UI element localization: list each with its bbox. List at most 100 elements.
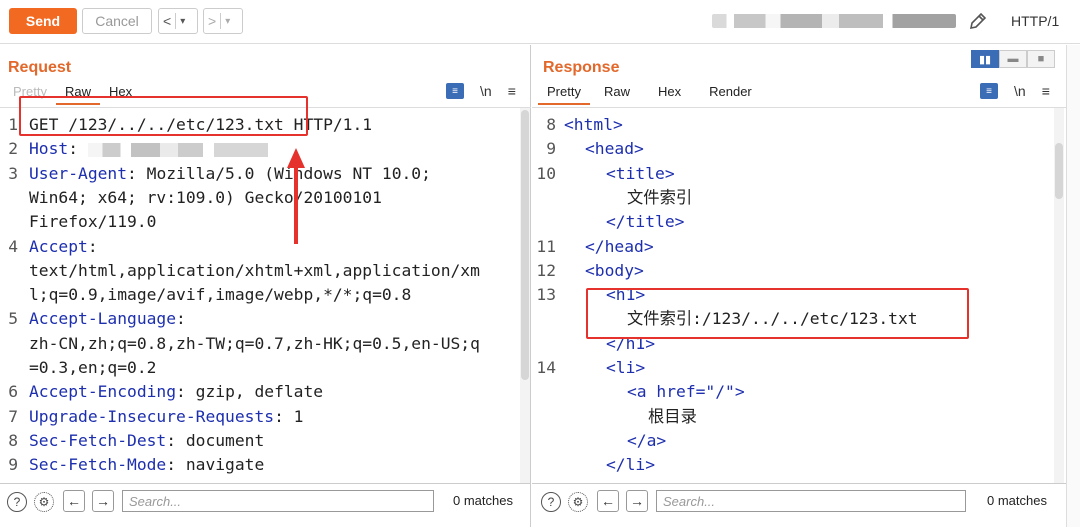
request-line-highlight [19, 96, 308, 136]
menu-icon[interactable]: ≡ [1042, 83, 1050, 99]
history-back-group: < ▾ [158, 8, 198, 34]
header-name: Sec-Fetch-Dest [29, 430, 167, 450]
html-tag: </head> [585, 236, 654, 256]
menu-icon[interactable]: ≡ [508, 83, 516, 99]
header-name: Upgrade-Insecure-Requests [29, 406, 275, 426]
header-name: Accept [29, 236, 88, 256]
html-text: 根目录 [648, 406, 697, 426]
html-tag: <title> [606, 163, 675, 183]
request-line: =0.3,en;q=0.2 [29, 358, 157, 377]
newline-toggle[interactable]: \n [1014, 83, 1026, 99]
header-name: Accept-Encoding [29, 382, 177, 402]
header-name: Accept-Language [29, 309, 177, 329]
tab-pretty[interactable]: Pretty [538, 84, 590, 105]
search-input[interactable]: Search... [656, 490, 966, 512]
send-button[interactable]: Send [9, 8, 77, 34]
line-number: 3 [8, 163, 18, 183]
search-next-button[interactable]: → [92, 490, 114, 512]
help-icon[interactable]: ? [541, 492, 561, 512]
request-search-bar: ? ⚙ ← → Search... 0 matches [0, 483, 530, 517]
search-prev-button[interactable]: ← [597, 490, 619, 512]
target-host-redacted[interactable] [712, 14, 956, 28]
header-value: 1 [293, 406, 304, 426]
settings-gear-icon[interactable]: ⚙ [568, 492, 588, 512]
line-number: 5 [8, 309, 18, 329]
line-number: 11 [536, 236, 556, 256]
response-search-bar: ? ⚙ ← → Search... 0 matches [532, 483, 1066, 517]
html-tag: <head> [585, 139, 644, 159]
response-tabs: Pretty Raw Hex Render [538, 84, 766, 105]
header-value: gzip, deflate [195, 382, 324, 402]
response-pane: Response Pretty Raw Hex Render ≡ \n ≡ 8 <… [532, 45, 1066, 527]
search-match-count: 0 matches [987, 493, 1047, 508]
back-button[interactable]: < [159, 13, 175, 29]
request-line: Win64; x64; rv:109.0) Gecko/20100101 [29, 187, 382, 207]
search-input[interactable]: Search... [122, 490, 434, 512]
request-line: zh-CN,zh;q=0.8,zh-TW;q=0.7,zh-HK;q=0.5,e… [29, 333, 480, 353]
search-next-button[interactable]: → [626, 490, 648, 512]
response-editor-tools: ≡ \n ≡ [980, 83, 1050, 99]
request-line: Sec-Fetch-Dest: document [29, 430, 265, 450]
request-line: User-Agent: Mozilla/5.0 (Windows NT 10.0… [29, 163, 431, 183]
line-number: 7 [8, 406, 18, 426]
word-wrap-icon[interactable]: ≡ [446, 83, 464, 99]
request-line: Accept-Encoding: gzip, deflate [29, 382, 324, 402]
line-number: 4 [8, 236, 18, 256]
header-name: Host [29, 139, 69, 159]
response-scrollbar[interactable] [1054, 108, 1064, 483]
http-version-label[interactable]: HTTP/1 [1011, 13, 1059, 29]
line-number: 10 [536, 163, 556, 183]
back-dropdown-icon[interactable]: ▾ [176, 16, 189, 27]
response-h1-highlight [586, 288, 969, 339]
request-line: Firefox/119.0 [29, 212, 157, 232]
header-name: Sec-Fetch-Mode [29, 455, 167, 475]
line-number: 1 [8, 115, 18, 134]
history-forward-group: > ▾ [203, 8, 243, 34]
request-line: Host: [29, 137, 268, 161]
search-prev-button[interactable]: ← [63, 490, 85, 512]
inspector-side-panel[interactable] [1066, 45, 1080, 527]
forward-button[interactable]: > [204, 13, 220, 29]
request-title: Request [8, 59, 72, 76]
host-value-redacted [87, 142, 268, 157]
html-tag: </a> [627, 430, 667, 450]
html-tag: <html> [564, 115, 623, 134]
toolbar: Send Cancel < ▾ > ▾ HTTP/1 [0, 0, 1080, 44]
request-line: Sec-Fetch-Mode: navigate [29, 455, 265, 475]
help-icon[interactable]: ? [7, 492, 27, 512]
header-value: document [185, 430, 265, 450]
request-line: Upgrade-Insecure-Requests: 1 [29, 406, 304, 426]
request-line: Accept: [29, 236, 98, 256]
line-number: 9 [546, 139, 556, 159]
line-number: 2 [8, 139, 18, 159]
html-tag: <a href="/"> [627, 382, 745, 402]
response-title: Response [543, 59, 620, 76]
cancel-button[interactable]: Cancel [82, 8, 152, 34]
header-value: navigate [185, 455, 265, 475]
line-number: 9 [8, 455, 18, 475]
line-number: 14 [536, 358, 556, 377]
line-number: 8 [546, 115, 556, 134]
tab-hex[interactable]: Hex [644, 84, 695, 105]
word-wrap-icon[interactable]: ≡ [980, 83, 998, 99]
request-editor-tools: ≡ \n ≡ [446, 83, 516, 99]
html-tag: </li> [606, 455, 656, 475]
line-number: 6 [8, 382, 18, 402]
html-tag: <body> [585, 260, 644, 280]
request-editor[interactable]: 1 GET /123/../../etc/123.txt HTTP/1.1 2 Hos… [0, 108, 520, 483]
forward-dropdown-icon[interactable]: ▾ [221, 16, 234, 27]
request-line: l;q=0.9,image/avif,image/webp,*/*;q=0.8 [29, 285, 412, 305]
html-tag: <li> [606, 358, 646, 377]
settings-gear-icon[interactable]: ⚙ [34, 492, 54, 512]
html-tag: </title> [606, 212, 685, 232]
edit-target-icon[interactable] [968, 11, 988, 31]
search-match-count: 0 matches [453, 493, 513, 508]
header-name: User-Agent [29, 163, 128, 183]
tab-raw[interactable]: Raw [590, 84, 644, 105]
annotation-arrow [287, 148, 305, 244]
tab-render[interactable]: Render [695, 84, 766, 105]
newline-toggle[interactable]: \n [480, 83, 492, 99]
line-number: 12 [536, 260, 556, 280]
request-scrollbar[interactable] [520, 108, 530, 483]
request-line: Accept-Language: [29, 309, 186, 329]
